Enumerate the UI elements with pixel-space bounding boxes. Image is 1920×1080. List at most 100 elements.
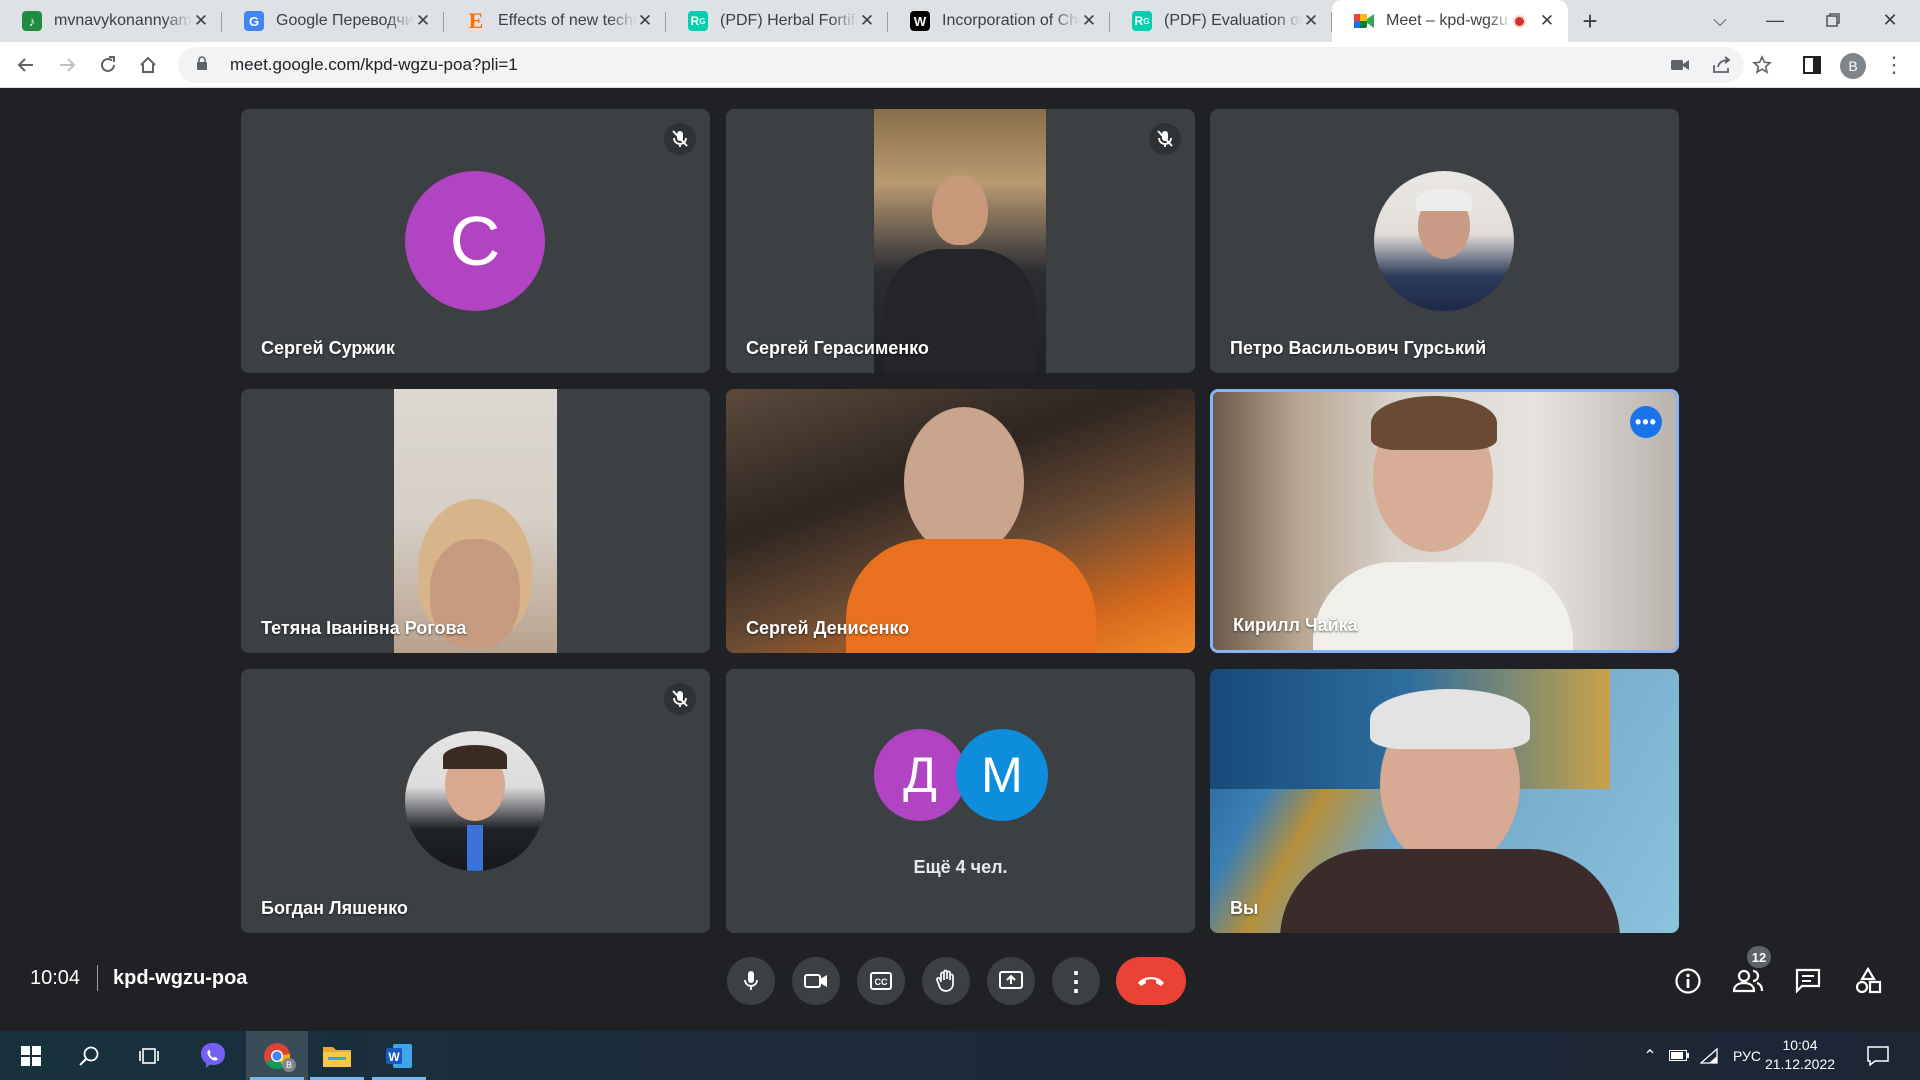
new-tab-button[interactable]: + (1568, 0, 1612, 42)
word-icon: W (386, 1043, 412, 1068)
tab-search-button[interactable]: ⌵ (1690, 0, 1750, 40)
close-icon[interactable]: ✕ (1538, 11, 1556, 30)
svg-text:W: W (388, 1050, 400, 1064)
participants-button[interactable] (1730, 963, 1766, 999)
closed-captions-icon: CC (870, 972, 892, 990)
chevron-down-icon: ⌵ (1713, 9, 1727, 30)
forward-button[interactable] (51, 49, 83, 81)
chat-button[interactable] (1790, 963, 1826, 999)
word-taskbar-button[interactable]: W (368, 1031, 430, 1080)
participants-count-badge: 12 (1747, 946, 1771, 968)
more-options-icon[interactable]: ••• (1630, 406, 1662, 438)
participant-photo-avatar (405, 731, 545, 871)
close-icon[interactable]: ✕ (858, 11, 876, 30)
start-button[interactable] (0, 1031, 62, 1080)
participant-video (874, 109, 1046, 373)
participant-tile-self[interactable]: Вы (1210, 669, 1679, 933)
participant-photo-avatar (1374, 171, 1514, 311)
close-icon[interactable]: ✕ (1080, 11, 1098, 30)
close-window-button[interactable]: ✕ (1860, 0, 1920, 40)
close-icon[interactable]: ✕ (1302, 11, 1320, 30)
camera-in-use-button[interactable] (1664, 49, 1696, 81)
meeting-details-button[interactable] (1670, 963, 1706, 999)
participant-name: Тетяна Іванівна Рогова (261, 618, 467, 638)
side-panel-icon (1803, 56, 1821, 74)
browser-tab[interactable]: RG (PDF) Evaluation of th ✕ (1110, 0, 1332, 42)
wiley-w-icon: W (910, 11, 930, 31)
browser-tab-active[interactable]: Meet – kpd-wgzu ✕ (1332, 0, 1568, 42)
chat-icon (1795, 968, 1821, 994)
camera-button[interactable] (792, 957, 840, 1005)
participant-tile[interactable]: Богдан Ляшенко (241, 669, 710, 933)
close-icon[interactable]: ✕ (636, 11, 654, 30)
restore-button[interactable] (1803, 0, 1863, 40)
star-icon (1752, 55, 1772, 74)
bookmark-button[interactable] (1746, 49, 1778, 81)
participant-video (726, 389, 1195, 653)
back-button[interactable] (10, 49, 42, 81)
tab-strip: ♪ mvnavykonannyamag ✕ G Google Переводчи… (0, 0, 1920, 42)
kebab-menu-icon: ⋮ (1063, 966, 1089, 996)
profile-avatar[interactable]: B (1840, 53, 1866, 79)
participant-tile-speaking[interactable]: ••• Кирилл Чайка (1210, 389, 1679, 653)
home-button[interactable] (132, 49, 164, 81)
windows-taskbar: B W ⌃ РУС 10:04 21.12.2022 (0, 1031, 1920, 1080)
captions-button[interactable]: CC (857, 957, 905, 1005)
viber-icon (201, 1042, 225, 1068)
recording-indicator-icon (1513, 14, 1526, 28)
reload-icon (101, 56, 115, 72)
close-icon[interactable]: ✕ (192, 11, 210, 30)
share-button[interactable] (1706, 49, 1738, 81)
browser-tab[interactable]: G Google Переводчик ✕ (222, 0, 444, 42)
browser-tab[interactable]: W Incorporation of Chlo ✕ (888, 0, 1110, 42)
notifications-button[interactable] (1848, 1031, 1908, 1080)
participant-name: Богдан Ляшенко (261, 898, 408, 918)
present-screen-button[interactable] (987, 957, 1035, 1005)
microphone-icon (744, 971, 758, 990)
restore-icon (1826, 13, 1840, 27)
browser-tab[interactable]: E Effects of new technol ✕ (444, 0, 666, 42)
chrome-taskbar-button[interactable]: B (246, 1031, 308, 1080)
chrome-menu-button[interactable]: ⋮ (1878, 49, 1910, 81)
search-button[interactable] (58, 1031, 120, 1080)
leave-call-button[interactable] (1116, 957, 1186, 1005)
task-view-button[interactable] (118, 1031, 180, 1080)
address-bar[interactable]: meet.google.com/kpd-wgzu-poa?pli=1 (178, 47, 1744, 83)
people-icon (1732, 969, 1764, 993)
wifi-icon[interactable] (1694, 1047, 1724, 1064)
participant-tile[interactable]: Сергей Герасименко (726, 109, 1195, 373)
forward-arrow-icon (60, 58, 76, 72)
battery-icon[interactable] (1664, 1050, 1694, 1061)
participant-group-tile[interactable]: Д М Ещё 4 чел. (726, 669, 1195, 933)
kebab-menu-icon: ⋮ (1883, 52, 1905, 77)
participant-name: Сергей Денисенко (746, 618, 910, 638)
mic-off-icon (664, 683, 696, 715)
participant-tile[interactable]: С Сергей Суржик (241, 109, 710, 373)
hang-up-icon (1138, 977, 1164, 986)
participant-video (394, 389, 557, 653)
participant-tile[interactable]: Петро Васильович Гурський (1210, 109, 1679, 373)
browser-tab[interactable]: ♪ mvnavykonannyamag ✕ (0, 0, 222, 42)
microphone-button[interactable] (727, 957, 775, 1005)
participant-tile[interactable]: Сергей Денисенко (726, 389, 1195, 653)
side-panel-button[interactable] (1796, 49, 1828, 81)
minimize-button[interactable]: — (1745, 0, 1805, 40)
reload-button[interactable] (92, 49, 124, 81)
info-icon (1675, 968, 1701, 994)
windows-start-icon (21, 1045, 41, 1066)
browser-tab[interactable]: RG (PDF) Herbal Fortificat ✕ (666, 0, 888, 42)
lock-icon (196, 56, 214, 74)
mic-off-icon (1149, 123, 1181, 155)
close-icon[interactable]: ✕ (414, 11, 432, 30)
browser-toolbar: meet.google.com/kpd-wgzu-poa?pli=1 B ⋮ (0, 42, 1920, 88)
taskbar-clock[interactable]: 10:04 21.12.2022 (1750, 1036, 1850, 1074)
viber-taskbar-button[interactable] (182, 1031, 244, 1080)
raise-hand-button[interactable] (922, 957, 970, 1005)
music-note-icon: ♪ (22, 11, 42, 31)
more-options-button[interactable]: ⋮ (1052, 957, 1100, 1005)
file-explorer-taskbar-button[interactable] (306, 1031, 368, 1080)
chevron-up-icon[interactable]: ⌃ (1636, 1046, 1664, 1066)
participant-tile[interactable]: Тетяна Іванівна Рогова (241, 389, 710, 653)
activities-button[interactable] (1850, 963, 1886, 999)
participant-video (1210, 669, 1679, 933)
